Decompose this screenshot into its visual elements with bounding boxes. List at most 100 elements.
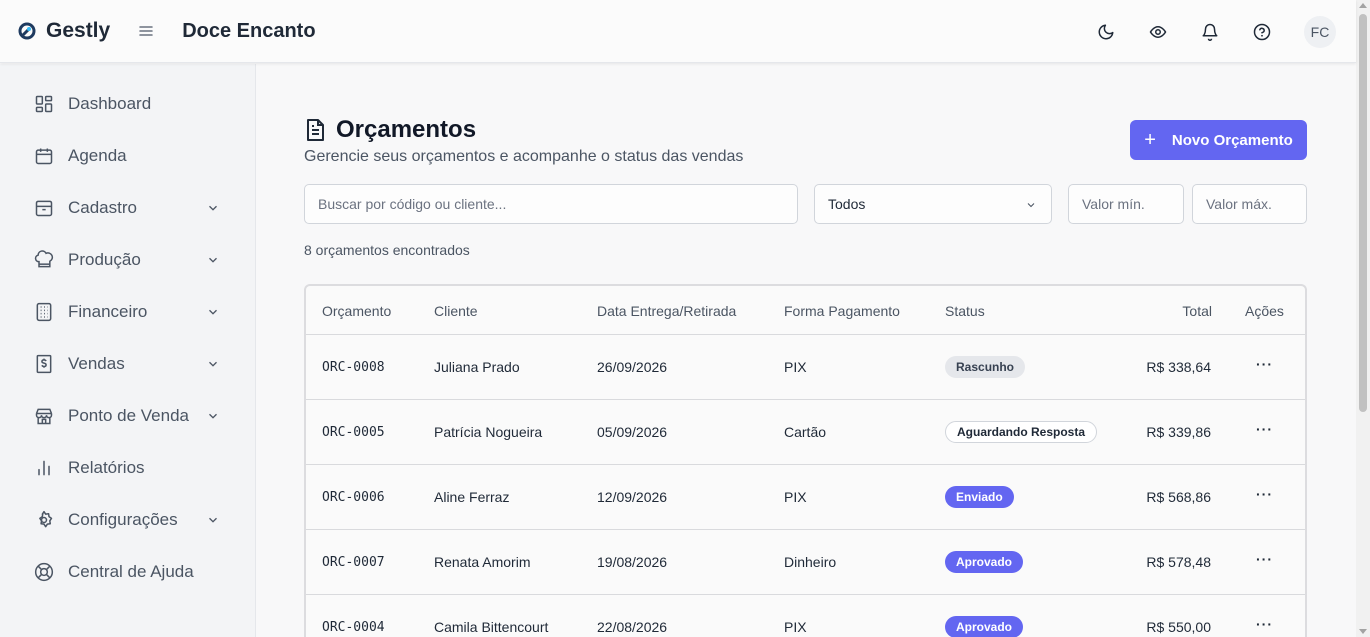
chef-hat-icon — [33, 250, 54, 271]
max-value-input[interactable]: Valor máx. — [1192, 184, 1307, 224]
user-avatar[interactable]: FC — [1304, 15, 1336, 48]
payment-method: Cartão — [784, 424, 827, 440]
menu-toggle-icon[interactable] — [138, 23, 154, 39]
quote-code: ORC-0006 — [322, 490, 385, 505]
page-scrollbar[interactable] — [1356, 0, 1370, 637]
quote-total: R$ 339,86 — [1146, 424, 1211, 440]
delivery-date: 19/08/2026 — [597, 554, 668, 570]
table-row[interactable]: ORC-0005 Patrícia Nogueira 05/09/2026 Ca… — [306, 400, 1305, 465]
results-count: 8 orçamentos encontrados — [304, 242, 470, 258]
more-actions-icon[interactable]: ··· — [1256, 552, 1273, 566]
scrollbar-thumb[interactable] — [1359, 14, 1367, 412]
chevron-down-icon — [1025, 198, 1037, 214]
more-actions-icon[interactable]: ··· — [1256, 357, 1273, 371]
payment-method: PIX — [784, 359, 807, 375]
sidebar-item-financeiro[interactable]: Financeiro — [0, 290, 256, 334]
sidebar-item-central-de-ajuda[interactable]: Central de Ajuda — [0, 550, 256, 594]
sidebar-item-label: Agenda — [68, 146, 127, 165]
quote-total: R$ 568,86 — [1146, 489, 1211, 505]
sidebar-item-label: Ponto de Venda — [68, 406, 190, 425]
column-header: Cliente — [434, 303, 478, 319]
table-header: Orçamento Cliente Data Entrega/Retirada … — [306, 286, 1305, 335]
scroll-down-icon[interactable] — [1359, 629, 1367, 634]
receipt-dollar-icon — [33, 354, 54, 375]
gear-icon — [33, 510, 54, 531]
payment-method: PIX — [784, 619, 807, 635]
sidebar-item-cadastro[interactable]: Cadastro — [0, 186, 256, 230]
organization-name: Doce Encanto — [182, 19, 316, 42]
column-header: Ações — [1245, 303, 1284, 319]
client-name: Renata Amorim — [434, 554, 531, 570]
chevron-down-icon — [206, 201, 220, 215]
delivery-date: 12/09/2026 — [597, 489, 668, 505]
top-header: Gestly Doce Encanto FC — [0, 0, 1356, 63]
document-icon — [304, 118, 326, 142]
delivery-date: 26/09/2026 — [597, 359, 668, 375]
sidebar-item-agenda[interactable]: Agenda — [0, 134, 256, 178]
column-header: Data Entrega/Retirada — [597, 303, 737, 319]
chevron-down-icon — [206, 253, 220, 267]
help-icon[interactable] — [1252, 22, 1272, 42]
sidebar-item-configuracoes[interactable]: Configurações — [0, 498, 256, 542]
status-badge: Aguardando Resposta — [945, 421, 1098, 443]
table-row[interactable]: ORC-0007 Renata Amorim 19/08/2026 Dinhei… — [306, 530, 1305, 595]
delivery-date: 22/08/2026 — [597, 619, 668, 635]
quote-total: R$ 550,00 — [1146, 619, 1211, 635]
more-actions-icon[interactable]: ··· — [1256, 617, 1273, 631]
sidebar-item-label: Produção — [68, 250, 141, 269]
quote-total: R$ 578,48 — [1146, 554, 1211, 570]
lifebuoy-icon — [33, 562, 54, 583]
page-title: Orçamentos — [336, 116, 477, 143]
store-icon — [33, 406, 54, 427]
building-icon — [33, 302, 54, 323]
eye-icon[interactable] — [1148, 22, 1168, 42]
min-value-input[interactable]: Valor mín. — [1068, 184, 1184, 224]
gestly-logo-icon — [18, 22, 36, 40]
scroll-up-icon[interactable] — [1359, 3, 1367, 8]
new-quote-button[interactable]: + Novo Orçamento — [1130, 120, 1307, 160]
sidebar-item-vendas[interactable]: Vendas — [0, 342, 256, 386]
chevron-down-icon — [206, 305, 220, 319]
box-icon — [33, 198, 54, 219]
payment-method: Dinheiro — [784, 554, 837, 570]
client-name: Patrícia Nogueira — [434, 424, 543, 440]
page-subtitle: Gerencie seus orçamentos e acompanhe o s… — [304, 148, 744, 165]
table-row[interactable]: ORC-0004 Camila Bittencourt 22/08/2026 P… — [306, 595, 1305, 637]
column-header: Orçamento — [322, 303, 392, 319]
search-placeholder: Buscar por código ou cliente... — [318, 196, 507, 212]
sidebar-item-label: Vendas — [68, 354, 125, 373]
column-header: Total — [1182, 303, 1212, 319]
chevron-down-icon — [206, 357, 220, 371]
quote-code: ORC-0004 — [322, 620, 385, 635]
page-title-row: Orçamentos — [304, 116, 476, 144]
sidebar-item-label: Central de Ajuda — [68, 562, 194, 581]
table-row[interactable]: ORC-0006 Aline Ferraz 12/09/2026 PIX Env… — [306, 465, 1305, 530]
max-value-placeholder: Valor máx. — [1206, 196, 1272, 212]
calendar-icon — [33, 146, 54, 167]
client-name: Juliana Prado — [434, 359, 520, 375]
bar-chart-icon — [33, 458, 54, 479]
sidebar-item-label: Cadastro — [68, 198, 137, 217]
more-actions-icon[interactable]: ··· — [1256, 487, 1273, 501]
quotes-table: Orçamento Cliente Data Entrega/Retirada … — [304, 284, 1307, 637]
sidebar-item-relatorios[interactable]: Relatórios — [0, 446, 256, 490]
status-badge: Aprovado — [945, 616, 1024, 637]
quote-code: ORC-0005 — [322, 425, 385, 440]
brand[interactable]: Gestly — [18, 19, 110, 43]
search-input[interactable]: Buscar por código ou cliente... — [304, 184, 798, 224]
chevron-down-icon — [206, 409, 220, 423]
plus-icon: + — [1144, 129, 1156, 151]
bell-icon[interactable] — [1200, 22, 1220, 42]
sidebar-item-dashboard[interactable]: Dashboard — [0, 82, 256, 126]
status-filter-select[interactable]: Todos — [814, 184, 1052, 224]
table-row[interactable]: ORC-0008 Juliana Prado 26/09/2026 PIX Ra… — [306, 335, 1305, 400]
client-name: Aline Ferraz — [434, 489, 510, 505]
sidebar-item-producao[interactable]: Produção — [0, 238, 256, 282]
new-quote-button-label: Novo Orçamento — [1171, 131, 1293, 149]
quote-code: ORC-0008 — [322, 360, 385, 375]
sidebar-item-label: Dashboard — [68, 94, 152, 113]
sidebar-item-ponto-de-venda[interactable]: Ponto de Venda — [0, 394, 256, 438]
main-content: Orçamentos Gerencie seus orçamentos e ac… — [256, 64, 1356, 637]
more-actions-icon[interactable]: ··· — [1256, 422, 1273, 436]
dark-mode-icon[interactable] — [1096, 22, 1116, 42]
